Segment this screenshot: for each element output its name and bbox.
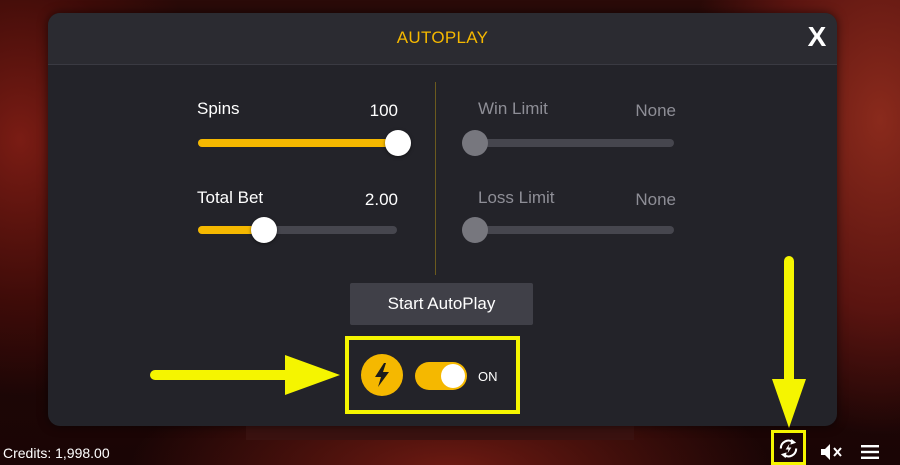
autoplay-icon[interactable] bbox=[777, 437, 800, 460]
win-limit-label: Win Limit bbox=[478, 99, 548, 118]
spins-value: 100 bbox=[369, 101, 398, 120]
total-bet-slider[interactable] bbox=[198, 217, 397, 243]
win-limit-value: None bbox=[635, 101, 676, 120]
lightning-bolt-icon bbox=[375, 363, 389, 387]
dialog-header: AUTOPLAY X bbox=[48, 13, 837, 65]
spins-slider-fill bbox=[198, 139, 397, 147]
loss-limit-slider[interactable] bbox=[462, 217, 674, 243]
spins-label: Spins bbox=[197, 99, 240, 118]
turbo-toggle[interactable] bbox=[415, 362, 467, 390]
loss-limit-slider-handle[interactable] bbox=[462, 217, 488, 243]
menu-icon[interactable] bbox=[860, 444, 880, 460]
right-arrow-icon bbox=[150, 355, 340, 395]
start-autoplay-button[interactable]: Start AutoPlay bbox=[350, 283, 533, 325]
spins-slider[interactable] bbox=[198, 130, 411, 156]
total-bet-value: 2.00 bbox=[364, 190, 398, 209]
loss-limit-value: None bbox=[635, 190, 676, 209]
mute-speaker-icon[interactable] bbox=[819, 442, 843, 462]
total-bet-slider-handle[interactable] bbox=[251, 217, 277, 243]
column-divider bbox=[435, 82, 436, 275]
down-arrow-icon bbox=[772, 256, 806, 428]
reel-frame-edge bbox=[246, 425, 634, 440]
turbo-toggle-state: ON bbox=[478, 369, 498, 384]
credits-display: Credits: 1,998.00 bbox=[3, 445, 110, 461]
close-button[interactable]: X bbox=[804, 21, 830, 53]
turbo-toggle-knob bbox=[441, 364, 465, 388]
dialog-title: AUTOPLAY bbox=[396, 28, 489, 47]
total-bet-label: Total Bet bbox=[197, 188, 264, 207]
loss-limit-label: Loss Limit bbox=[478, 188, 555, 207]
win-limit-slider-handle[interactable] bbox=[462, 130, 488, 156]
win-limit-slider[interactable] bbox=[462, 130, 674, 156]
spins-slider-handle[interactable] bbox=[385, 130, 411, 156]
turbo-button[interactable] bbox=[361, 354, 403, 396]
